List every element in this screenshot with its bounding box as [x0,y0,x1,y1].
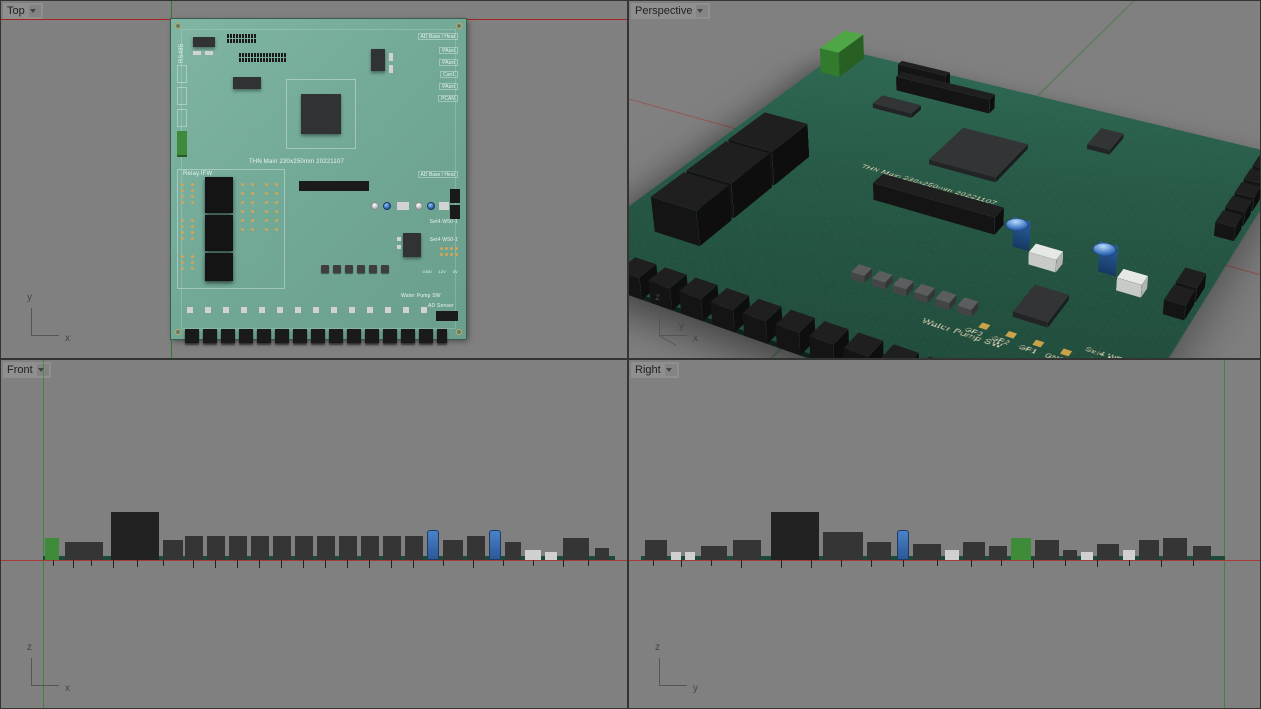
viewport-label-top[interactable]: Top [3,3,43,19]
viewport-label-text: Perspective [635,5,696,17]
viewport-label-front[interactable]: Front [3,362,51,378]
relay-1 [205,177,233,213]
viewport-dropdown-icon[interactable] [29,5,41,17]
axis-gizmo-right: y z [653,644,701,692]
axis-gizmo-top: x y [25,294,73,342]
viewport-perspective[interactable]: Perspective THN Main 230x250mm 20221107 … [628,0,1261,359]
viewport-label-text: Top [7,5,29,17]
pcb-top-view[interactable]: THN Main 230x250mm 20221107 [171,19,466,339]
front-stage[interactable] [1,360,627,708]
right-stage[interactable] [629,360,1260,708]
screw-terminal [177,131,187,157]
viewport-label-text: Front [7,364,37,376]
viewport-dropdown-icon[interactable] [665,364,677,376]
viewport-label-right[interactable]: Right [631,362,679,378]
viewport-label-text: Right [635,364,665,376]
axis-gizmo-persp: x z y [653,294,701,342]
viewport-dropdown-icon[interactable] [37,364,49,376]
pcb-perspective[interactable]: THN Main 230x250mm 20221107 Water Pump S… [628,49,1261,359]
axis-gizmo-front: x z [25,644,73,692]
viewport-label-perspective[interactable]: Perspective [631,3,710,19]
relay-2 [205,215,233,251]
viewport-right[interactable]: Right [628,359,1261,709]
viewport-top[interactable]: Top THN Main 230x250mm 20221107 [0,0,628,359]
viewport-dropdown-icon[interactable] [696,5,708,17]
viewport-grid: Top THN Main 230x250mm 20221107 [0,0,1261,709]
viewport-front[interactable]: Front [0,359,628,709]
board-title-silk: THN Main 230x250mm 20221107 [249,159,344,165]
relay-3 [205,253,233,281]
perspective-stage[interactable]: THN Main 230x250mm 20221107 Water Pump S… [629,1,1260,358]
mcu-chip [301,94,341,134]
